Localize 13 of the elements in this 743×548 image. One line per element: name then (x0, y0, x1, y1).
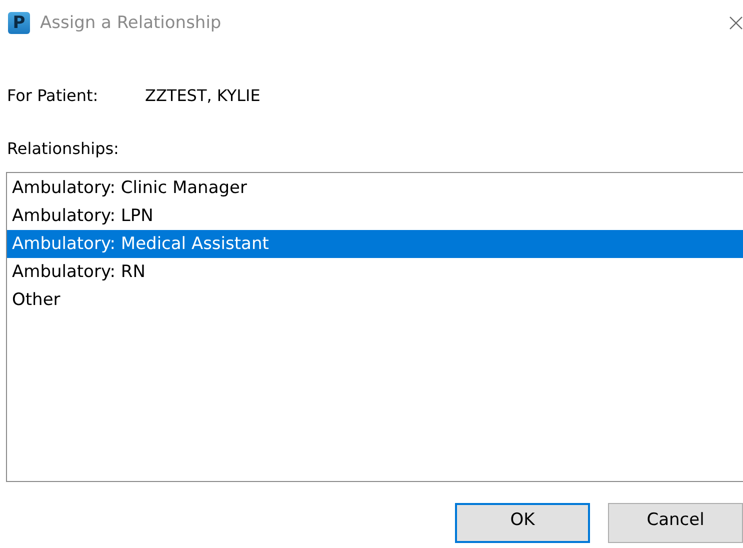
cancel-button[interactable]: Cancel (608, 503, 743, 543)
ok-button[interactable]: OK (455, 503, 590, 543)
list-item[interactable]: Ambulatory: LPN (7, 202, 743, 230)
list-item[interactable]: Ambulatory: Clinic Manager (7, 174, 743, 202)
list-item[interactable]: Ambulatory: RN (7, 258, 743, 286)
app-logo: P (8, 12, 30, 34)
window-title: Assign a Relationship (40, 13, 222, 33)
close-icon[interactable] (729, 16, 743, 30)
list-item[interactable]: Ambulatory: Medical Assistant (7, 230, 743, 258)
relationships-label: Relationships: (6, 139, 120, 158)
patient-name: ZZTEST, KYLIE (145, 86, 260, 104)
list-item[interactable]: Other (7, 286, 743, 314)
patient-label: For Patient: (7, 86, 100, 104)
